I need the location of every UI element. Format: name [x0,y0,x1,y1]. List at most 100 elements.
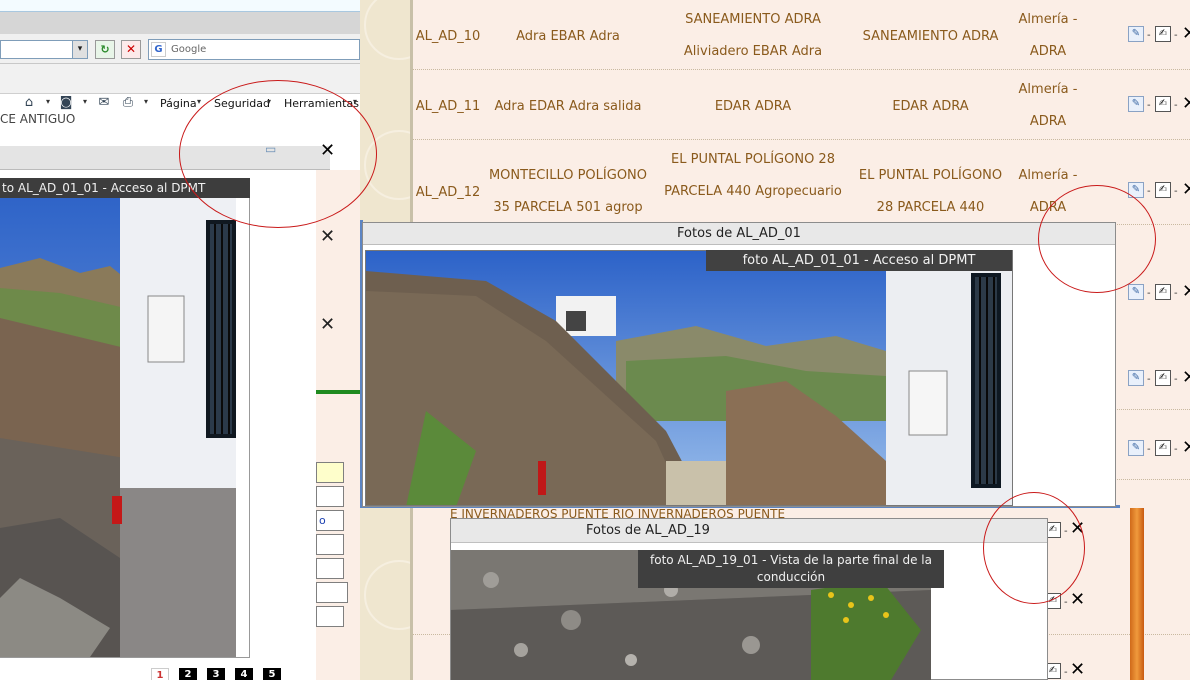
address-dropdown-button[interactable]: ▾ [72,40,88,59]
refresh-button[interactable]: ↻ [95,40,115,59]
edit-icon[interactable]: ✍ [1155,440,1171,456]
caption-line: conducción [756,570,826,584]
separator-text: - [1147,186,1151,197]
cell-system: Aliviadero EBAR Adra [683,44,823,59]
print-icon[interactable]: ⎙ [119,95,137,111]
home-icon[interactable]: ⌂ [20,95,38,111]
edit-icon[interactable]: ✍ [1155,26,1171,42]
cell-code: AL_AD_11 [415,99,481,114]
search-input[interactable]: Google [148,39,360,60]
delete-icon[interactable]: ✕ [1182,439,1190,457]
table-row: AL_AD_11 Adra EDAR Adra salida EDAR ADRA… [413,70,1190,140]
delete-icon[interactable]: ✕ [1070,661,1085,679]
google-icon: G [151,42,166,57]
photo-ad01-caption: foto AL_AD_01_01 - Acceso al DPMT [706,250,1012,271]
delete-icon[interactable]: ✕ [320,226,335,247]
photo-ad19-caption: foto AL_AD_19_01 - Vista de la parte fin… [638,550,944,588]
rss-feed-icon[interactable]: ◙ [57,95,75,111]
cell-name: MONTECILLO POLÍGONO [488,168,648,183]
cell-municipality: Almería - [1018,82,1078,97]
separator-text: - [1147,374,1151,385]
orange-decorative-stripe [1130,508,1144,680]
annotation-ellipse [983,492,1085,604]
separator-text: - [1147,444,1151,455]
delete-icon[interactable]: ✕ [320,314,335,335]
separator-text: - [1174,186,1178,197]
cell-zone: EDAR ADRA [892,99,969,114]
page-4-link[interactable]: 4 [235,668,253,680]
separator-text: - [1064,597,1068,608]
cell-zone: EL PUNTAL POLÍGONO [858,168,1003,183]
edit-icon[interactable]: ✍ [1155,284,1171,300]
delete-icon[interactable]: ✕ [1182,25,1190,43]
title-strip [0,0,360,12]
caption-line: foto AL_AD_19_01 - Vista de la parte fin… [650,553,932,567]
cell-zone: SANEAMIENTO ADRA [862,29,999,44]
print-dropdown-icon[interactable]: ▾ [144,97,148,106]
form-input[interactable] [316,534,344,555]
separator-text: - [1174,374,1178,385]
green-divider [316,390,360,394]
separator-text: - [1064,667,1068,678]
separator-text: - [1174,100,1178,111]
menu-strip [0,12,360,34]
cell-name: 35 PARCELA 501 agrop [493,200,643,215]
view-icon[interactable]: ✎ [1128,96,1144,112]
form-input[interactable]: o [316,510,344,531]
photo-dialog-title-text: Fotos de AL_AD_19 [586,523,710,538]
separator-text: - [1174,444,1178,455]
separator-text: - [1174,30,1178,41]
feed-dropdown-icon[interactable]: ▾ [83,97,87,106]
pagina-dropdown-icon[interactable]: ▾ [197,97,201,106]
cell-municipality: Almería - [1018,12,1078,27]
cell-system: SANEAMIENTO ADRA [685,12,821,27]
form-input[interactable] [316,486,344,507]
form-input[interactable] [316,558,344,579]
edit-icon[interactable]: ✍ [1155,370,1171,386]
cell-municipality: ADRA [1029,44,1067,59]
table-row: AL_AD_10 Adra EBAR Adra SANEAMIENTO ADRA… [413,0,1190,70]
separator-text: - [1147,30,1151,41]
separator-text: - [1147,288,1151,299]
menu-pagina[interactable]: Página [160,97,197,110]
separator-text: - [1174,288,1178,299]
cell-system: EDAR ADRA [714,99,792,114]
edit-icon[interactable]: ✍ [1155,96,1171,112]
form-input[interactable] [316,582,348,603]
annotation-ellipse [179,80,377,228]
page-heading-fragment: CE ANTIGUO [0,112,76,126]
view-icon[interactable]: ✎ [1128,440,1144,456]
herramientas-dropdown-icon[interactable]: ▾ [353,97,357,106]
cell-system: PARCELA 440 Agropecuario [664,184,842,199]
form-input[interactable] [316,606,344,627]
cell-system: EL PUNTAL POLÍGONO 28 [671,152,835,167]
delete-icon[interactable]: ✕ [1182,95,1190,113]
cell-code: AL_AD_10 [415,29,481,44]
photo-dialog-title[interactable]: Fotos de AL_AD_19 [451,519,1047,543]
cell-zone: 28 PARCELA 440 [876,200,985,215]
form-input[interactable] [316,462,344,483]
page-5-link[interactable]: 5 [263,668,281,680]
cell-name: Adra EDAR Adra salida [494,99,642,114]
page-1-link[interactable]: 1 [151,668,169,680]
delete-icon[interactable]: ✕ [1070,591,1085,609]
view-icon[interactable]: ✎ [1128,284,1144,300]
delete-icon[interactable]: ✕ [1182,283,1190,301]
view-icon[interactable]: ✎ [1128,370,1144,386]
page-3-link[interactable]: 3 [207,668,225,680]
annotation-ellipse [1038,185,1156,293]
home-dropdown-icon[interactable]: ▾ [46,97,50,106]
page-2-link[interactable]: 2 [179,668,197,680]
separator-text: - [1147,100,1151,111]
mail-icon[interactable]: ✉ [95,95,113,111]
cell-municipality: ADRA [1029,114,1067,129]
photo-ad01-image [365,250,1013,506]
view-icon[interactable]: ✎ [1128,26,1144,42]
photo-dialog-title[interactable]: Fotos de AL_AD_01 [363,223,1115,245]
stop-button[interactable]: ✕ [121,40,141,59]
cell-code: AL_AD_12 [415,185,481,200]
delete-icon[interactable]: ✕ [1182,181,1190,199]
left-photo-image [0,198,236,657]
delete-icon[interactable]: ✕ [1182,369,1190,387]
edit-icon[interactable]: ✍ [1155,182,1171,198]
